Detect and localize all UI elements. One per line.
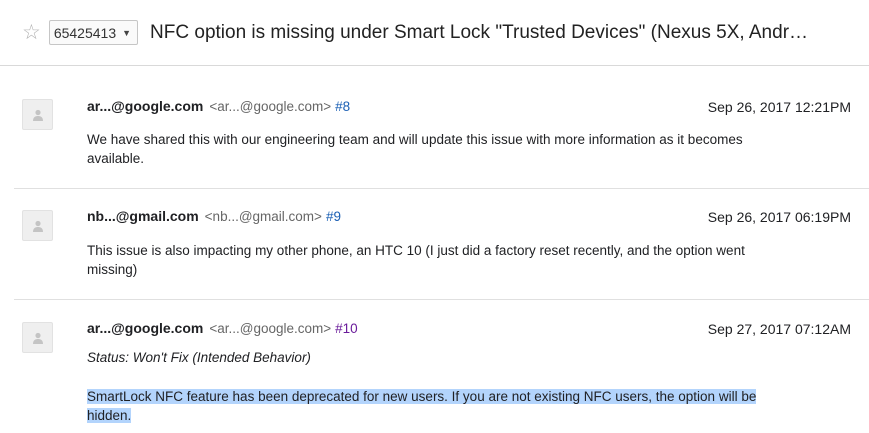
avatar — [22, 99, 53, 130]
comment-email: <ar...@google.com> — [209, 321, 332, 336]
comment-text: SmartLock NFC feature has been deprecate… — [87, 387, 777, 425]
comment-author-line: ar...@google.com <ar...@google.com> #10 — [87, 320, 358, 336]
comment-number-link[interactable]: #9 — [326, 209, 341, 224]
comment-email: <nb...@gmail.com> — [204, 209, 322, 224]
avatar — [22, 322, 53, 353]
comment-number-link[interactable]: #10 — [335, 321, 358, 336]
person-icon — [33, 332, 43, 344]
star-icon[interactable]: ☆ — [22, 22, 41, 43]
comment-author: nb...@gmail.com — [87, 208, 199, 224]
comment-date: Sep 26, 2017 06:19PM — [707, 209, 851, 225]
comment-divider — [14, 188, 869, 189]
comment-author: ar...@google.com — [87, 320, 204, 336]
comment-author-line: ar...@google.com <ar...@google.com> #8 — [87, 98, 350, 114]
comment-status: Status: Won't Fix (Intended Behavior) — [87, 350, 311, 365]
caret-down-icon: ▼ — [122, 27, 132, 38]
comment-text: This issue is also impacting my other ph… — [87, 243, 745, 277]
person-icon — [33, 109, 43, 121]
person-icon — [33, 220, 43, 232]
issue-header: ☆ 65425413 ▼ NFC option is missing under… — [0, 0, 869, 66]
issue-title: NFC option is missing under Smart Lock "… — [150, 21, 809, 43]
comment-divider — [14, 299, 869, 300]
comment-date: Sep 27, 2017 07:12AM — [707, 321, 851, 337]
comment-email: <ar...@google.com> — [209, 99, 332, 114]
comment-author-line: nb...@gmail.com <nb...@gmail.com> #9 — [87, 208, 341, 224]
issue-id-dropdown[interactable]: 65425413 ▼ — [48, 20, 139, 45]
comment-author: ar...@google.com — [87, 98, 204, 114]
issue-id-label: 65425413 — [53, 24, 117, 41]
comment-text: We have shared this with our engineering… — [87, 132, 743, 166]
selected-text: SmartLock NFC feature has been deprecate… — [87, 389, 757, 423]
avatar — [22, 210, 53, 241]
comment-date: Sep 26, 2017 12:21PM — [707, 99, 851, 115]
comment-number-link[interactable]: #8 — [335, 99, 350, 114]
